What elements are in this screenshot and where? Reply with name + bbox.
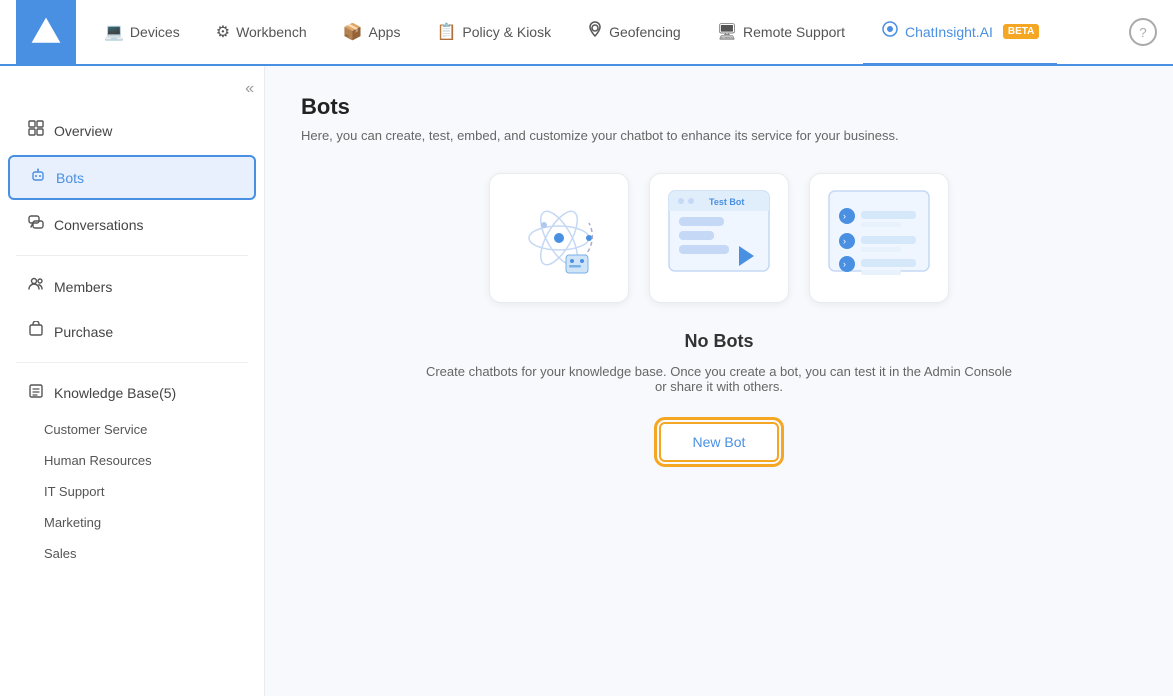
nav-item-workbench[interactable]: ⚙ Workbench xyxy=(198,0,325,66)
collapse-button[interactable]: « xyxy=(245,80,254,98)
page-title: Bots xyxy=(301,94,1137,120)
sidebar-divider-1 xyxy=(16,255,248,256)
nav-item-devices[interactable]: 💻 Devices xyxy=(86,0,198,66)
no-bots-description: Create chatbots for your knowledge base.… xyxy=(419,364,1019,394)
illustration-card-right: › › › xyxy=(809,173,949,303)
apps-icon: 📦 xyxy=(343,22,363,42)
svg-text:›: › xyxy=(843,211,846,221)
bots-icon xyxy=(30,167,46,188)
sidebar: « Overview Bots Conversations Memb xyxy=(0,66,265,696)
sidebar-collapse-area: « xyxy=(0,76,264,108)
geofencing-icon xyxy=(587,21,603,42)
sidebar-sub-item-customer-service[interactable]: Customer Service xyxy=(8,415,256,444)
chatinsight-icon xyxy=(881,20,899,43)
top-navigation: 💻 Devices ⚙ Workbench 📦 Apps 📋 Policy & … xyxy=(0,0,1173,66)
illustration-card-center: Test Bot xyxy=(649,173,789,303)
sidebar-item-knowledge-base[interactable]: Knowledge Base(5) xyxy=(8,373,256,412)
overview-icon xyxy=(28,120,44,141)
beta-badge: BETA xyxy=(1003,24,1039,39)
sidebar-sub-item-it-support[interactable]: IT Support xyxy=(8,477,256,506)
sidebar-sub-item-sales[interactable]: Sales xyxy=(8,539,256,568)
remote-support-icon: 🖥 xyxy=(717,22,737,42)
sidebar-sub-item-marketing[interactable]: Marketing xyxy=(8,508,256,537)
empty-state: Test Bot xyxy=(301,173,1137,462)
sidebar-item-members[interactable]: Members xyxy=(8,266,256,307)
sidebar-divider-2 xyxy=(16,362,248,363)
illustration-card-left xyxy=(489,173,629,303)
workbench-icon: ⚙ xyxy=(216,22,230,42)
svg-text:›: › xyxy=(843,236,846,246)
sidebar-item-conversations[interactable]: Conversations xyxy=(8,204,256,245)
main-content: Bots Here, you can create, test, embed, … xyxy=(265,66,1173,696)
nav-right: ? xyxy=(1129,18,1157,46)
svg-text:›: › xyxy=(843,259,846,269)
nav-item-chatinsight[interactable]: ChatInsight.AI BETA xyxy=(863,0,1057,66)
nav-item-remote-support[interactable]: 🖥 Remote Support xyxy=(699,0,863,66)
main-layout: « Overview Bots Conversations Memb xyxy=(0,66,1173,696)
sidebar-item-bots[interactable]: Bots xyxy=(8,155,256,200)
members-icon xyxy=(28,276,44,297)
nav-item-geofencing[interactable]: Geofencing xyxy=(569,0,699,66)
bot-illustrations: Test Bot xyxy=(489,173,949,303)
sidebar-sub-item-human-resources[interactable]: Human Resources xyxy=(8,446,256,475)
sidebar-item-overview[interactable]: Overview xyxy=(8,110,256,151)
nav-item-apps[interactable]: 📦 Apps xyxy=(325,0,419,66)
purchase-icon xyxy=(28,321,44,342)
nav-item-policy-kiosk[interactable]: 📋 Policy & Kiosk xyxy=(418,0,569,66)
policy-icon: 📋 xyxy=(436,22,456,42)
help-button[interactable]: ? xyxy=(1129,18,1157,46)
svg-text:Test Bot: Test Bot xyxy=(709,197,744,207)
new-bot-button[interactable]: New Bot xyxy=(659,422,780,462)
sidebar-item-purchase[interactable]: Purchase xyxy=(8,311,256,352)
no-bots-title: No Bots xyxy=(685,331,754,352)
knowledge-base-icon xyxy=(28,383,44,402)
conversations-icon xyxy=(28,214,44,235)
devices-icon: 💻 xyxy=(104,22,124,42)
logo[interactable] xyxy=(16,0,76,65)
page-description: Here, you can create, test, embed, and c… xyxy=(301,128,1137,143)
